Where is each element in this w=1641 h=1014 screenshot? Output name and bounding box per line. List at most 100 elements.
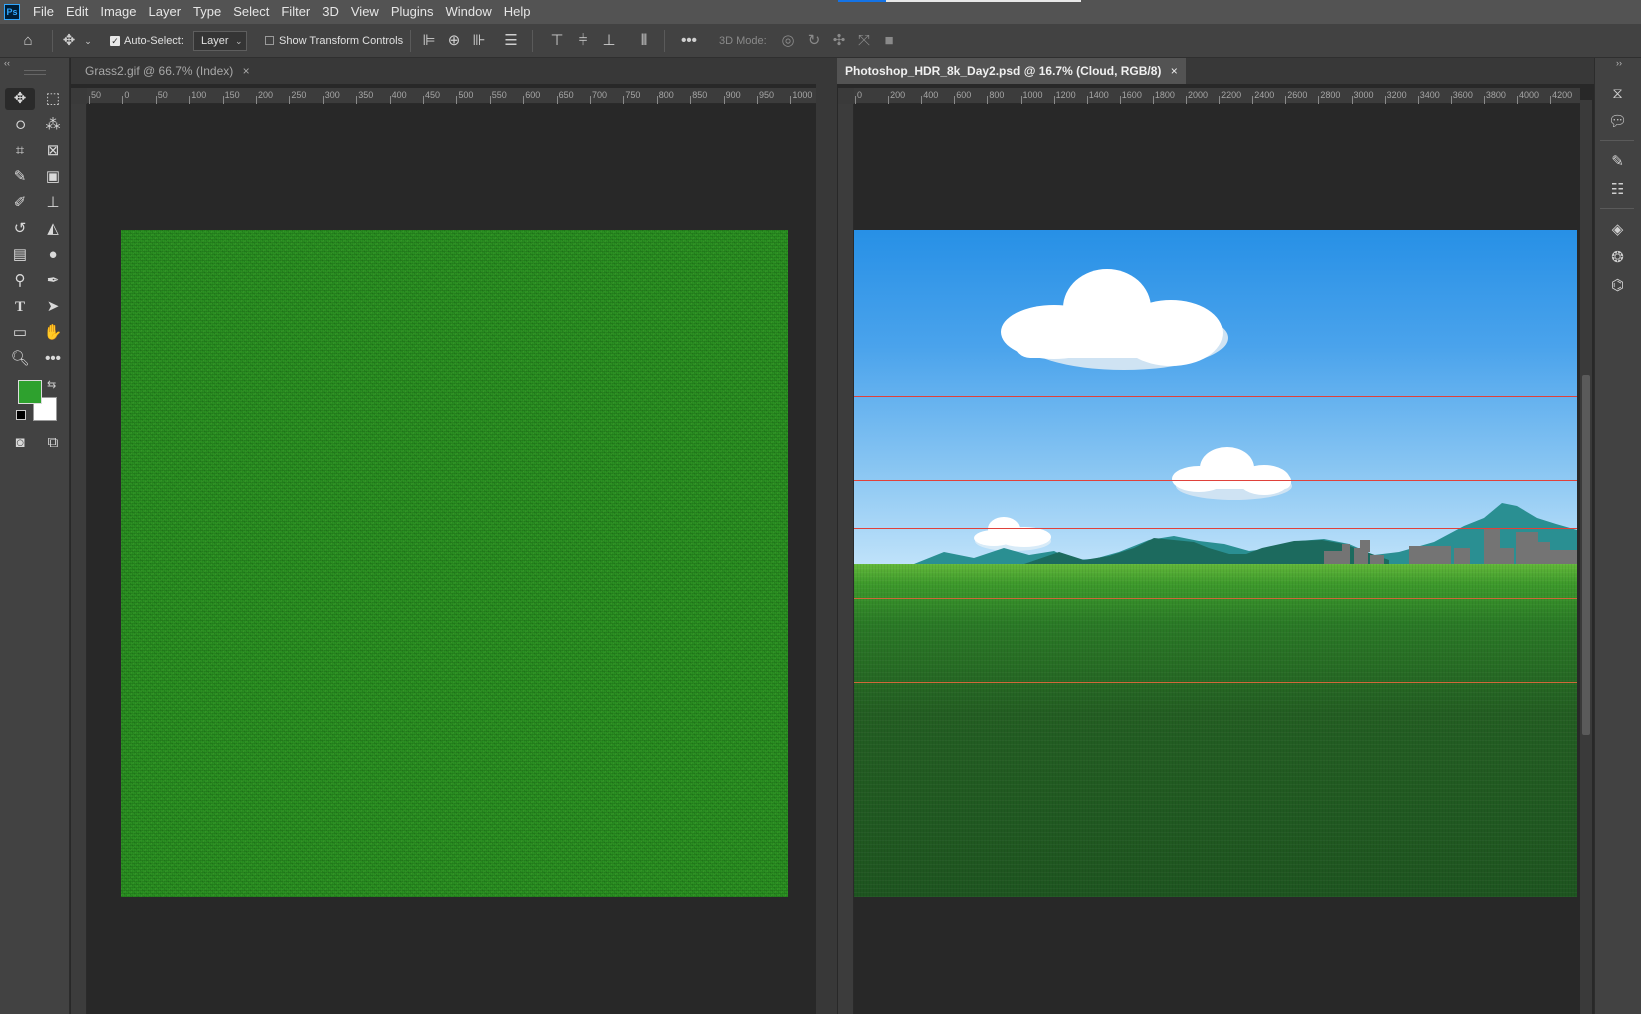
rectangular-marquee-tool-icon[interactable]: ⬚: [38, 88, 68, 110]
align-vertical-center-icon[interactable]: ⫩: [572, 24, 594, 58]
brush-tool-icon[interactable]: ✐: [5, 192, 35, 214]
auto-select-checkbox[interactable]: ✓: [110, 36, 120, 46]
align-top-icon[interactable]: ⊤: [546, 24, 568, 58]
quick-mask-icon[interactable]: ◙: [5, 432, 35, 454]
menu-window[interactable]: Window: [439, 0, 497, 24]
screen-mode-icon[interactable]: ⧉: [38, 432, 68, 454]
menu-view[interactable]: View: [345, 0, 385, 24]
eyedropper-tool-icon[interactable]: ✎: [5, 166, 35, 188]
ruler-tick-label: 3600: [1452, 90, 1473, 100]
patch-tool-icon[interactable]: ▣: [38, 166, 68, 188]
menu-filter[interactable]: Filter: [275, 0, 316, 24]
guide-line[interactable]: [854, 396, 1577, 397]
menu-layer[interactable]: Layer: [143, 0, 188, 24]
ruler-tick: [1517, 96, 1518, 104]
history-icon[interactable]: ⧖: [1594, 80, 1641, 108]
3d-roll-icon[interactable]: ↻: [803, 24, 825, 58]
more-options-icon[interactable]: •••: [677, 24, 701, 58]
ruler-tick: [189, 96, 191, 104]
guide-line[interactable]: [854, 528, 1577, 529]
ruler-tick-label: 450: [425, 90, 441, 100]
grass-ground-texture: [854, 564, 1577, 897]
channels-icon[interactable]: ❂: [1594, 244, 1641, 272]
crop-tool-icon[interactable]: ⌗: [5, 140, 35, 162]
ruler-origin[interactable]: [71, 88, 87, 104]
ruler-tick: [1219, 96, 1221, 104]
pen-tool-icon[interactable]: ✒: [38, 270, 68, 292]
eraser-tool-icon[interactable]: ◭: [38, 218, 68, 240]
menu-plugins[interactable]: Plugins: [385, 0, 440, 24]
menu-help[interactable]: Help: [498, 0, 537, 24]
menu-edit[interactable]: Edit: [60, 0, 94, 24]
ruler-tick: [855, 96, 856, 104]
ruler-origin[interactable]: [838, 88, 854, 104]
3d-orbit-icon[interactable]: ◎: [777, 24, 799, 58]
chevron-down-icon[interactable]: ⌄: [82, 24, 94, 58]
vertical-ruler[interactable]: [71, 88, 87, 1014]
gradient-tool-icon[interactable]: ▤: [5, 244, 35, 266]
rectangle-tool-icon[interactable]: ▭: [5, 322, 35, 344]
distribute-horizontal-icon[interactable]: ⫴: [633, 24, 655, 58]
layers-icon[interactable]: ◈: [1594, 216, 1641, 244]
ruler-tick: [356, 96, 358, 104]
clone-stamp-tool-icon[interactable]: ⊥: [38, 192, 68, 214]
type-tool-icon[interactable]: T: [5, 296, 35, 318]
collapse-panel-icon[interactable]: ‹‹: [4, 58, 10, 68]
close-icon[interactable]: ×: [243, 64, 250, 78]
magic-wand-tool-icon[interactable]: ⁂: [38, 114, 68, 136]
frame-tool-icon[interactable]: ⊠: [38, 140, 68, 162]
move-tool-preset-icon[interactable]: ✥: [58, 24, 80, 58]
panel-splitter[interactable]: [816, 58, 837, 1014]
scrollbar-thumb[interactable]: [1582, 375, 1590, 735]
show-transform-controls-checkbox[interactable]: [265, 36, 274, 45]
guide-line[interactable]: [854, 598, 1577, 599]
align-horizontal-center-icon[interactable]: ⊕: [443, 24, 465, 58]
ruler-tick-label: 550: [491, 90, 507, 100]
tab-grass2-gif[interactable]: Grass2.gif @ 66.7% (Index) ×: [77, 58, 258, 84]
vertical-ruler[interactable]: [838, 88, 854, 1014]
ruler-tick: [1186, 96, 1187, 104]
hdr-scene-canvas[interactable]: [854, 230, 1577, 897]
collapse-dock-icon[interactable]: ››: [1616, 58, 1622, 68]
menu-select[interactable]: Select: [227, 0, 275, 24]
ruler-tick-label: 1800: [1154, 90, 1175, 100]
properties-icon[interactable]: ☷: [1594, 176, 1641, 204]
lasso-tool-icon[interactable]: ഠ: [5, 114, 35, 136]
default-colors-icon[interactable]: [16, 410, 26, 420]
menu-image[interactable]: Image: [94, 0, 142, 24]
swap-colors-icon[interactable]: ⇆: [47, 378, 56, 391]
move-tool-icon[interactable]: ✥: [5, 88, 35, 110]
brushes-icon[interactable]: ✎: [1594, 148, 1641, 176]
horizontal-ruler[interactable]: 0 200 400 600 800 1000 1200 1400 1600 1800 2000 220…: [854, 88, 1580, 104]
horizontal-ruler[interactable]: 50 0 50 100 150 200 250 300 350 400 450 500 550 600 65…: [87, 88, 816, 104]
close-icon[interactable]: ×: [1171, 64, 1178, 78]
align-left-icon[interactable]: ⊫: [418, 24, 440, 58]
hand-tool-icon[interactable]: ✋: [38, 322, 68, 344]
guide-line[interactable]: [854, 682, 1577, 683]
ruler-tick: [423, 96, 424, 104]
menu-file[interactable]: File: [27, 0, 60, 24]
align-bottom-icon[interactable]: ⊥: [598, 24, 620, 58]
3d-scale-icon[interactable]: ■: [878, 24, 900, 58]
zoom-tool-icon[interactable]: 🔍︎: [5, 348, 35, 370]
distribute-vertical-icon[interactable]: ☰: [500, 24, 522, 58]
panel-grip[interactable]: [24, 70, 46, 75]
tab-photoshop-hdr-8k-day2[interactable]: Photoshop_HDR_8k_Day2.psd @ 16.7% (Cloud…: [837, 58, 1186, 84]
dodge-tool-icon[interactable]: ⚲: [5, 270, 35, 292]
menu-type[interactable]: Type: [187, 0, 227, 24]
align-right-icon[interactable]: ⊪: [468, 24, 490, 58]
3d-slide-icon[interactable]: ⤧: [853, 24, 875, 58]
ruler-tick-label: 1400: [1088, 90, 1109, 100]
grass-texture-canvas[interactable]: [121, 230, 788, 897]
edit-toolbar-icon[interactable]: •••: [38, 348, 68, 370]
menu-3d[interactable]: 3D: [316, 0, 345, 24]
paths-icon[interactable]: ⌬: [1594, 272, 1641, 300]
home-icon[interactable]: ⌂: [14, 24, 42, 58]
guide-line[interactable]: [854, 480, 1577, 481]
history-brush-tool-icon[interactable]: ↺: [5, 218, 35, 240]
comment-icon[interactable]: 💬︎: [1594, 108, 1641, 136]
path-selection-tool-icon[interactable]: ➤: [38, 296, 68, 318]
blur-tool-icon[interactable]: ●: [38, 244, 68, 266]
foreground-color-swatch[interactable]: [18, 380, 42, 404]
3d-pan-icon[interactable]: ✣: [828, 24, 850, 58]
